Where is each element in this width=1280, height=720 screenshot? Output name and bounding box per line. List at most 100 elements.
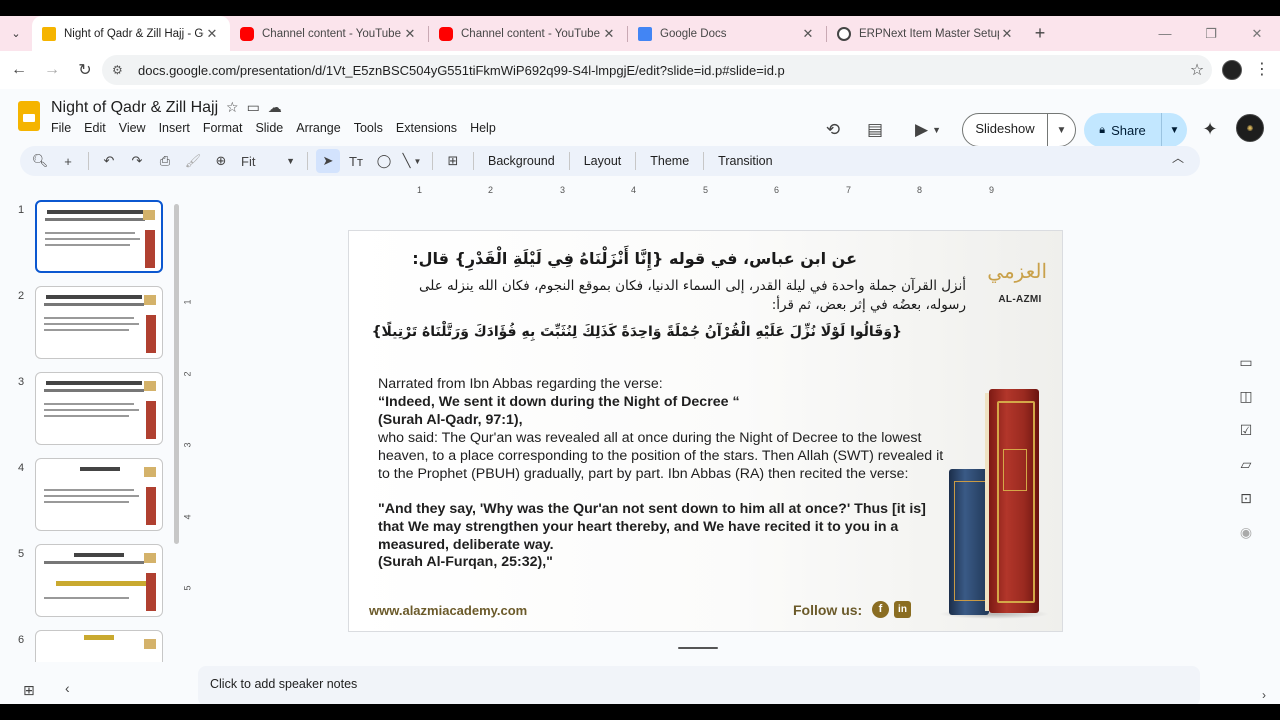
menu-tools[interactable]: Tools bbox=[354, 121, 383, 135]
print-icon[interactable]: ⎙ bbox=[153, 149, 177, 173]
expand-side-panel-icon[interactable]: › bbox=[1262, 688, 1266, 702]
transition-button[interactable]: Transition bbox=[712, 149, 778, 173]
english-intro[interactable]: Narrated from Ibn Abbas regarding the ve… bbox=[378, 376, 944, 394]
background-button[interactable]: Background bbox=[482, 149, 561, 173]
restore-icon[interactable]: ❐ bbox=[1188, 16, 1234, 51]
menu-format[interactable]: Format bbox=[203, 121, 243, 135]
document-title[interactable]: Night of Qadr & Zill Hajj bbox=[51, 99, 218, 117]
select-pointer-icon[interactable]: ➤ bbox=[316, 149, 340, 173]
notes-resize-handle[interactable] bbox=[678, 647, 718, 649]
slide-thumbnail[interactable] bbox=[35, 286, 163, 359]
collapse-filmstrip-icon[interactable]: ‹ bbox=[65, 680, 70, 696]
menu-view[interactable]: View bbox=[119, 121, 146, 135]
filmstrip-item[interactable]: 3 bbox=[0, 372, 186, 448]
arabic-title[interactable]: عن ابن عباس، في قوله {إِنَّا أَنْزَلْنَا… bbox=[377, 249, 857, 268]
menu-extensions[interactable]: Extensions bbox=[396, 121, 457, 135]
close-tab-icon[interactable]: ✕ bbox=[800, 26, 816, 42]
linkedin-icon[interactable]: in bbox=[894, 601, 911, 618]
redo-icon[interactable]: ↷ bbox=[125, 149, 149, 173]
version-history-icon[interactable]: ⟲ bbox=[820, 117, 846, 143]
gemini-sparkle-icon[interactable]: ✦ bbox=[1200, 119, 1220, 139]
shape-icon[interactable]: ◯ bbox=[372, 149, 396, 173]
slide-thumbnail[interactable] bbox=[35, 630, 163, 662]
keep-icon[interactable]: ◫ bbox=[1232, 380, 1260, 412]
filmstrip-item[interactable]: 2 bbox=[0, 286, 186, 362]
english-quote[interactable]: "And they say, 'Why was the Qur'an not s… bbox=[378, 501, 944, 554]
slide-thumbnail[interactable] bbox=[35, 200, 163, 273]
new-slide-icon[interactable]: + bbox=[56, 149, 80, 173]
cloud-saved-icon[interactable]: ☁ bbox=[268, 99, 282, 116]
menu-file[interactable]: File bbox=[51, 121, 71, 135]
close-tab-icon[interactable]: ✕ bbox=[402, 26, 418, 42]
zoom-icon[interactable]: ⊕ bbox=[209, 149, 233, 173]
zoom-select[interactable]: Fit ▼ bbox=[237, 149, 299, 173]
browser-menu-icon[interactable]: ⋮ bbox=[1252, 59, 1272, 81]
share-dropdown-icon[interactable]: ▼ bbox=[1162, 125, 1187, 136]
menu-slide[interactable]: Slide bbox=[255, 121, 283, 135]
slideshow-dropdown-icon[interactable]: ▼ bbox=[1048, 125, 1075, 136]
insert-media-icon[interactable]: ⊡ bbox=[1232, 482, 1260, 514]
reload-icon[interactable]: ↻ bbox=[70, 55, 100, 85]
facebook-icon[interactable]: f bbox=[872, 601, 889, 618]
close-tab-icon[interactable]: ✕ bbox=[204, 26, 220, 42]
tasks-icon[interactable]: ☑ bbox=[1232, 414, 1260, 446]
addon-icon[interactable]: ◉ bbox=[1232, 516, 1260, 548]
url-bar[interactable]: ⚙ docs.google.com/presentation/d/1Vt_E5z… bbox=[102, 55, 1212, 85]
slide-thumbnail[interactable] bbox=[35, 372, 163, 445]
menu-arrange[interactable]: Arrange bbox=[296, 121, 340, 135]
undo-icon[interactable]: ↶ bbox=[97, 149, 121, 173]
slides-logo-icon[interactable] bbox=[18, 101, 40, 131]
slide-canvas[interactable]: عن ابن عباس، في قوله {إِنَّا أَنْزَلْنَا… bbox=[349, 231, 1062, 631]
slides-panel-icon[interactable]: ▭ bbox=[1232, 346, 1260, 378]
tab-3[interactable]: Channel content - YouTube Stu ✕ bbox=[429, 16, 627, 51]
slideshow-label[interactable]: Slideshow bbox=[963, 113, 1048, 147]
forward-arrow-icon[interactable]: → bbox=[37, 55, 67, 85]
site-info-icon[interactable]: ⚙ bbox=[112, 63, 128, 77]
close-tab-icon[interactable]: ✕ bbox=[601, 26, 617, 42]
line-icon[interactable]: ╲ ▼ bbox=[400, 149, 424, 173]
slide-thumbnail[interactable] bbox=[35, 544, 163, 617]
close-tab-icon[interactable]: ✕ bbox=[999, 26, 1015, 42]
browser-profile-avatar[interactable] bbox=[1222, 60, 1242, 80]
star-icon[interactable]: ☆ bbox=[226, 99, 239, 116]
layout-button[interactable]: Layout bbox=[578, 149, 628, 173]
filmstrip-item[interactable]: 4 bbox=[0, 458, 186, 534]
menu-insert[interactable]: Insert bbox=[159, 121, 190, 135]
add-comment-icon[interactable]: ⊞ bbox=[441, 149, 465, 173]
tab-4[interactable]: Google Docs ✕ bbox=[628, 16, 826, 51]
english-verse[interactable]: “Indeed, We sent it down during the Nigh… bbox=[378, 394, 944, 412]
arabic-verse[interactable]: {وَقَالُوا لَوْلَا نُزِّلَ عَلَيْهِ الْق… bbox=[362, 324, 902, 340]
tab-5[interactable]: ERPNext Item Master Setup ✕ bbox=[827, 16, 1025, 51]
slide-thumbnail[interactable] bbox=[35, 458, 163, 531]
paint-format-icon[interactable]: 🖌︎ bbox=[181, 149, 205, 173]
back-arrow-icon[interactable]: ← bbox=[4, 55, 34, 85]
search-menus-icon[interactable]: 🔍︎ bbox=[28, 149, 52, 173]
filmstrip-item[interactable]: 6 bbox=[0, 630, 186, 662]
share-label[interactable]: 🔒︎ Share bbox=[1084, 113, 1162, 147]
comments-icon[interactable]: ▤ bbox=[862, 117, 888, 143]
url-text[interactable]: docs.google.com/presentation/d/1Vt_E5znB… bbox=[138, 63, 1182, 78]
collapse-toolbar-icon[interactable]: ︿ bbox=[1172, 149, 1184, 166]
drive-folder-icon[interactable]: ▱ bbox=[1232, 448, 1260, 480]
move-folder-icon[interactable]: ▭ bbox=[247, 99, 260, 116]
tab-2[interactable]: Channel content - YouTube Stu ✕ bbox=[230, 16, 428, 51]
menu-help[interactable]: Help bbox=[470, 121, 496, 135]
menu-edit[interactable]: Edit bbox=[84, 121, 106, 135]
account-avatar[interactable]: ✺ bbox=[1236, 114, 1264, 142]
english-quote-ref[interactable]: (Surah Al-Furqan, 25:32)," bbox=[378, 554, 944, 572]
theme-button[interactable]: Theme bbox=[644, 149, 695, 173]
filmstrip-scrollbar[interactable] bbox=[174, 204, 179, 544]
english-paragraph[interactable]: who said: The Qur'an was revealed all at… bbox=[378, 430, 944, 483]
grid-view-icon[interactable]: ⊞ bbox=[23, 682, 35, 699]
text-box-icon[interactable]: Tт bbox=[344, 149, 368, 173]
filmstrip-item[interactable]: 5 bbox=[0, 544, 186, 620]
tab-1[interactable]: Night of Qadr & Zill Hajj - Goo ✕ bbox=[32, 16, 230, 51]
english-verse-ref[interactable]: (Surah Al-Qadr, 97:1), bbox=[378, 412, 944, 430]
tab-search-button[interactable]: ⌄ bbox=[0, 16, 32, 51]
website-link[interactable]: www.alazmiacademy.com bbox=[369, 603, 527, 618]
arabic-narration[interactable]: أنزل القرآن جملة واحدة في ليلة القدر، إل… bbox=[376, 277, 966, 315]
share-button[interactable]: 🔒︎ Share ▼ bbox=[1084, 113, 1187, 147]
meet-camera-icon[interactable]: ▶ ▼ bbox=[908, 117, 948, 143]
close-window-icon[interactable]: ✕ bbox=[1234, 16, 1280, 51]
slideshow-button[interactable]: Slideshow ▼ bbox=[962, 113, 1076, 147]
